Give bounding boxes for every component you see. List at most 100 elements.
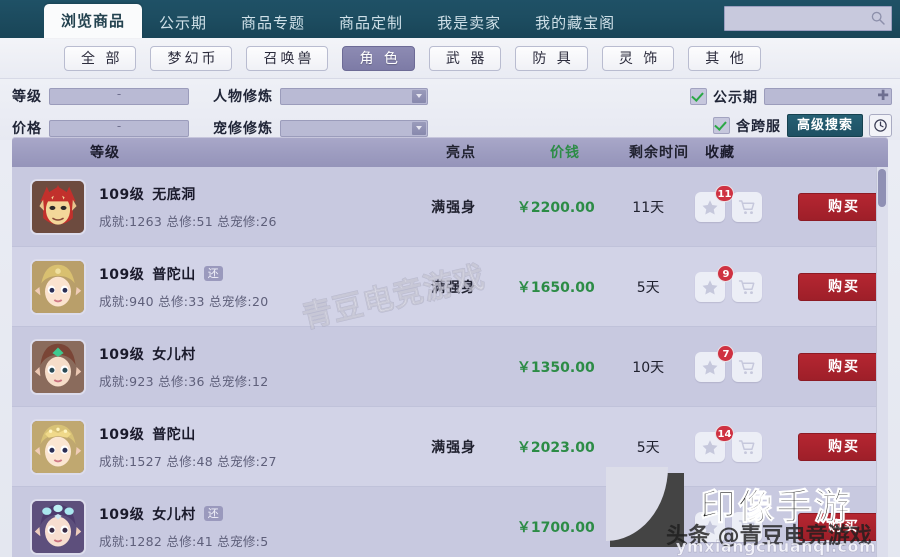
search-input[interactable]: [724, 6, 892, 31]
category-chip-currency[interactable]: 梦幻币: [150, 45, 233, 71]
cell-highlight: 满强身: [431, 279, 477, 296]
cell-level: 109级 普陀山 还 成就:940 总修:33 总宠修:20: [12, 258, 401, 315]
chip-label: 灵 饰: [618, 50, 661, 67]
category-chip-pets[interactable]: 召唤兽: [246, 45, 329, 71]
cart-button[interactable]: [732, 191, 763, 222]
cell-level: 109级 女儿村 成就:923 总修:36 总宠修:12: [12, 338, 401, 395]
buy-button[interactable]: 购买: [798, 352, 888, 381]
cell-remaining-time: 9天: [636, 519, 660, 536]
favorite-button[interactable]: 11: [695, 184, 735, 222]
cart-button[interactable]: [732, 351, 763, 382]
favorite-count-badge: 14: [714, 424, 735, 442]
category-chip-others[interactable]: 其 他: [688, 45, 761, 71]
scrollbar-thumb[interactable]: [878, 169, 886, 207]
chip-label: 角 色: [359, 50, 401, 67]
chip-label: 武 器: [445, 50, 488, 67]
tab-label: 公示期: [159, 14, 208, 32]
tab-public-period[interactable]: 公示期: [142, 8, 224, 38]
category-chip-accessories[interactable]: 灵 饰: [601, 45, 675, 71]
character-training-select[interactable]: [280, 87, 428, 105]
cell-favorite: 9: [691, 264, 778, 302]
buy-button[interactable]: 购买: [798, 272, 888, 301]
item-meta: 109级 女儿村 成就:923 总修:36 总宠修:12: [99, 344, 268, 390]
tab-browse-goods[interactable]: 浏览商品: [44, 4, 143, 38]
cell-price: ￥1650.00: [516, 279, 595, 296]
vertical-scrollbar[interactable]: [876, 167, 888, 557]
item-school: 女儿村: [152, 346, 196, 363]
favorite-button[interactable]: [695, 511, 726, 542]
favorite-button[interactable]: 14: [695, 424, 735, 462]
chip-label: 防 具: [532, 50, 574, 67]
avatar[interactable]: [30, 338, 86, 395]
star-icon: [702, 519, 718, 534]
tab-label: 我是卖家: [437, 14, 502, 32]
advanced-search-button[interactable]: 高级搜索: [786, 114, 863, 137]
character-training-label: 人物修炼: [213, 89, 273, 105]
tab-goods-topics[interactable]: 商品专题: [224, 8, 322, 38]
chevron-down-icon[interactable]: [412, 121, 426, 135]
item-tag-badge: 还: [203, 506, 224, 521]
item-level: 109级: [99, 186, 145, 203]
cross-server-filter-row: 含跨服 高级搜索: [592, 113, 892, 138]
cell-price: ￥2200.00: [516, 199, 595, 216]
item-meta: 109级 无底洞 成就:1263 总修:51 总宠修:26: [99, 184, 277, 230]
pet-training-select[interactable]: [280, 119, 428, 137]
cell-actions: 购买: [778, 512, 888, 541]
cell-remaining-time: 5天: [636, 439, 660, 456]
cart-icon: [739, 359, 755, 374]
table-body: 109级 无底洞 成就:1263 总修:51 总宠修:26 满强身 ￥2200.…: [12, 167, 888, 557]
chip-label: 召唤兽: [263, 50, 315, 67]
category-filter-row: 全 部 梦幻币 召唤兽 角 色 武 器 防 具 灵 饰 其 他: [0, 38, 900, 79]
cart-button[interactable]: [732, 511, 763, 542]
cross-server-label: 含跨服: [735, 118, 781, 135]
chevron-down-icon[interactable]: [412, 89, 426, 103]
cell-favorite: [691, 511, 778, 542]
price-range-input[interactable]: -: [49, 119, 189, 137]
avatar[interactable]: [30, 258, 86, 315]
favorite-button[interactable]: 9: [695, 264, 735, 302]
table-row[interactable]: 109级 女儿村 成就:923 总修:36 总宠修:12 ￥1350.00 10…: [12, 327, 888, 407]
item-level: 109级: [99, 506, 145, 523]
item-stats: 成就:1263 总修:51 总宠修:26: [99, 213, 277, 229]
tab-my-treasury[interactable]: 我的藏宝阁: [518, 8, 632, 38]
header-level: 等级: [90, 145, 120, 161]
plus-icon[interactable]: ✚: [877, 89, 889, 104]
item-stats: 成就:940 总修:33 总宠修:20: [99, 293, 269, 309]
item-stats: 成就:923 总修:36 总宠修:12: [99, 373, 269, 389]
tab-i-am-seller[interactable]: 我是卖家: [420, 8, 518, 38]
table-row[interactable]: 109级 女儿村 还 成就:1282 总修:41 总宠修:5 ￥1700.00 …: [12, 487, 888, 557]
category-chip-weapons[interactable]: 武 器: [428, 45, 502, 71]
tab-goods-custom[interactable]: 商品定制: [322, 8, 420, 38]
category-chip-all[interactable]: 全 部: [64, 45, 137, 71]
avatar[interactable]: [30, 418, 86, 475]
buy-button[interactable]: 购买: [798, 432, 888, 461]
table-row[interactable]: 109级 普陀山 还 成就:940 总修:33 总宠修:20 满强身 ￥1650…: [12, 247, 888, 327]
public-period-input[interactable]: ✚: [764, 88, 892, 105]
category-chip-roles[interactable]: 角 色: [342, 45, 415, 71]
cell-actions: 购买: [778, 272, 888, 301]
cell-favorite: 7: [691, 344, 778, 382]
item-title: 109级 女儿村 还: [99, 504, 268, 524]
item-school: 普陀山: [152, 426, 196, 443]
item-school: 普陀山: [152, 266, 196, 283]
chip-label: 其 他: [705, 50, 747, 67]
header-favorite: 收藏: [705, 145, 735, 161]
cross-server-checkbox[interactable]: [712, 117, 730, 134]
category-chip-armor[interactable]: 防 具: [515, 45, 588, 71]
cell-favorite: 14: [691, 424, 778, 462]
cell-remaining-time: 10天: [632, 359, 665, 376]
cell-highlight: 满强身: [431, 199, 477, 216]
table-row[interactable]: 109级 无底洞 成就:1263 总修:51 总宠修:26 满强身 ￥2200.…: [12, 167, 888, 247]
history-clock-button[interactable]: [869, 114, 892, 137]
favorite-button[interactable]: 7: [695, 344, 735, 382]
cart-button[interactable]: [732, 431, 763, 462]
avatar[interactable]: [30, 498, 86, 555]
public-period-checkbox[interactable]: [690, 88, 707, 105]
table-row[interactable]: 109级 普陀山 成就:1527 总修:48 总宠修:27 满强身 ￥2023.…: [12, 407, 888, 487]
item-title: 109级 普陀山: [99, 424, 277, 444]
level-range-input[interactable]: -: [49, 87, 189, 105]
buy-button[interactable]: 购买: [798, 512, 888, 541]
cart-button[interactable]: [732, 271, 763, 302]
avatar[interactable]: [30, 178, 86, 235]
buy-button[interactable]: 购买: [798, 192, 888, 221]
